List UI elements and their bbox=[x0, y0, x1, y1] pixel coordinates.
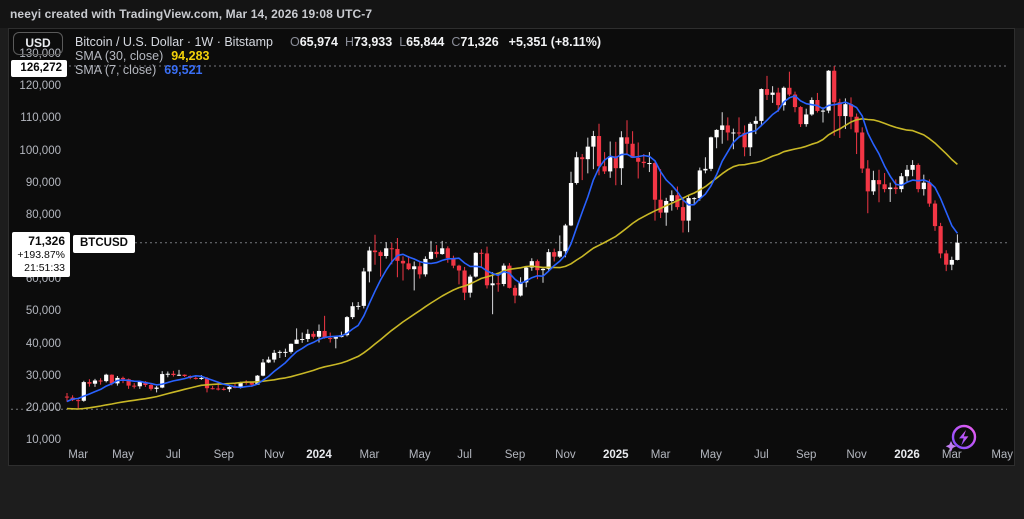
close-value: 71,326 bbox=[460, 35, 498, 49]
bar-countdown: 21:51:33 bbox=[14, 262, 65, 275]
high-label: H bbox=[345, 35, 354, 49]
time-axis-label: May bbox=[398, 448, 442, 462]
time-axis-label: Mar bbox=[56, 448, 100, 462]
time-axis-label: 2024 bbox=[297, 448, 341, 462]
price-axis-tick: 10,000 bbox=[9, 433, 61, 447]
time-axis-label: 2025 bbox=[594, 448, 638, 462]
close-label: C bbox=[451, 35, 460, 49]
time-axis-label: Nov bbox=[835, 448, 879, 462]
legend-sma7-row: SMA (7, close) 69,521 bbox=[75, 63, 601, 77]
price-axis-tick: 90,000 bbox=[9, 176, 61, 190]
high-price-label: 126,272 bbox=[11, 60, 67, 77]
symbol-badge: BTCUSD bbox=[73, 235, 135, 253]
low-value: 65,844 bbox=[406, 35, 444, 49]
time-axis-label: May bbox=[980, 448, 1024, 462]
price-axis-tick: 30,000 bbox=[9, 369, 61, 383]
price-axis-tick: 80,000 bbox=[9, 208, 61, 222]
price-axis-tick: 100,000 bbox=[9, 144, 61, 158]
time-axis-label: Nov bbox=[543, 448, 587, 462]
current-change-pct: +193.87% bbox=[14, 249, 65, 262]
current-price-value: 71,326 bbox=[14, 234, 65, 249]
lightning-badge-icon[interactable] bbox=[937, 413, 981, 457]
time-axis-label: Nov bbox=[252, 448, 296, 462]
time-axis-label: Mar bbox=[639, 448, 683, 462]
attribution-text: neeyi created with TradingView.com, Mar … bbox=[10, 7, 372, 21]
price-axis-tick: 50,000 bbox=[9, 304, 61, 318]
time-axis-label: Sep bbox=[202, 448, 246, 462]
attribution-bar: neeyi created with TradingView.com, Mar … bbox=[0, 0, 1024, 28]
low-label: L bbox=[399, 35, 406, 49]
sma7-label: SMA (7, close) bbox=[75, 63, 156, 77]
price-axis-tick: 20,000 bbox=[9, 401, 61, 415]
price-axis-tick: 120,000 bbox=[9, 79, 61, 93]
time-axis-label: Sep bbox=[784, 448, 828, 462]
chart-canvas[interactable] bbox=[9, 29, 1014, 465]
sma30-label: SMA (30, close) bbox=[75, 49, 163, 63]
snapshot-frame: neeyi created with TradingView.com, Mar … bbox=[0, 0, 1024, 519]
currency-button[interactable]: USD bbox=[13, 32, 63, 55]
time-axis-label: 2026 bbox=[885, 448, 929, 462]
legend: Bitcoin / U.S. Dollar · 1W · Bitstamp O6… bbox=[75, 35, 601, 77]
time-axis-label: Jul bbox=[443, 448, 487, 462]
time-axis-label: Jul bbox=[151, 448, 195, 462]
time-axis-label: Jul bbox=[739, 448, 783, 462]
open-label: O bbox=[290, 35, 300, 49]
time-axis-label: May bbox=[101, 448, 145, 462]
time-axis-label: May bbox=[689, 448, 733, 462]
high-value: 73,933 bbox=[354, 35, 392, 49]
time-axis-label: Sep bbox=[493, 448, 537, 462]
footer-bar: TradingView bbox=[0, 466, 1024, 519]
price-axis-tick: 40,000 bbox=[9, 337, 61, 351]
price-axis-tick: 110,000 bbox=[9, 111, 61, 125]
open-value: 65,974 bbox=[300, 35, 338, 49]
change-value: +5,351 (+8.11%) bbox=[509, 35, 601, 49]
current-price-label: 71,326 +193.87% 21:51:33 bbox=[12, 232, 70, 277]
legend-sma30-row: SMA (30, close) 94,283 bbox=[75, 49, 601, 63]
legend-symbol-row: Bitcoin / U.S. Dollar · 1W · Bitstamp O6… bbox=[75, 35, 601, 49]
sma30-value: 94,283 bbox=[171, 49, 209, 63]
symbol-title: Bitcoin / U.S. Dollar · 1W · Bitstamp bbox=[75, 35, 273, 49]
chart-pane: 130,000120,000110,000100,00090,00080,000… bbox=[8, 28, 1015, 466]
time-axis-label: Mar bbox=[347, 448, 391, 462]
sma7-value: 69,521 bbox=[164, 63, 202, 77]
